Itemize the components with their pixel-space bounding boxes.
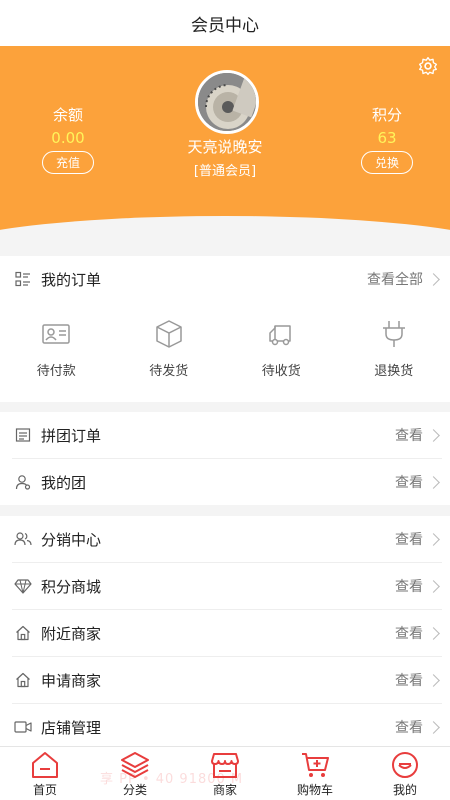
truck-icon xyxy=(269,325,291,346)
tab-mine[interactable]: 我的 xyxy=(360,747,450,800)
my-group-row[interactable]: 我的团 查看 xyxy=(0,459,450,505)
view-link[interactable]: 查看 xyxy=(395,425,423,445)
services-card: 分销中心 查看 积分商城 查看 附近商家 查看 申请商家 查看 店铺管理 查看 xyxy=(0,516,450,750)
view-link[interactable]: 查看 xyxy=(395,717,423,737)
cart-icon xyxy=(302,752,329,777)
view-link[interactable]: 查看 xyxy=(395,472,423,492)
chevron-right-icon xyxy=(427,579,440,593)
watermark: 享 PP • 40 91800 M xyxy=(100,772,244,787)
home-icon xyxy=(14,671,32,689)
grid-list-icon xyxy=(14,270,32,288)
top-bar: 会员中心 xyxy=(0,0,450,46)
nearby-merchants-row[interactable]: 附近商家 查看 xyxy=(0,610,450,656)
order-status-grid: 待付款 待发货 待收货 退换货 xyxy=(0,302,450,402)
user-icon xyxy=(14,473,32,491)
status-refund[interactable]: 退换货 xyxy=(338,302,450,402)
points-block: 积分 63 兑换 xyxy=(347,104,427,174)
chevron-right-icon xyxy=(427,428,440,442)
tab-cart[interactable]: 购物车 xyxy=(270,747,360,800)
points-label: 积分 xyxy=(371,106,402,124)
status-label: 退换货 xyxy=(374,364,414,379)
row-title: 拼团订单 xyxy=(41,426,102,445)
chevron-right-icon xyxy=(427,532,440,546)
view-link[interactable]: 查看 xyxy=(395,670,423,690)
distribution-center-row[interactable]: 分销中心 查看 xyxy=(0,516,450,562)
video-icon xyxy=(14,718,32,736)
status-label: 待发货 xyxy=(149,364,189,379)
status-pending-receive[interactable]: 待收货 xyxy=(225,302,338,402)
orders-card: 我的订单 查看全部 待付款 待发货 待收货 退换货 xyxy=(0,256,450,402)
list-icon xyxy=(14,426,32,444)
row-title: 附近商家 xyxy=(41,624,102,643)
points-mall-row[interactable]: 积分商城 查看 xyxy=(0,563,450,609)
face-icon xyxy=(392,751,418,778)
gear-icon[interactable] xyxy=(418,56,438,76)
row-title: 申请商家 xyxy=(41,671,102,690)
status-label: 待付款 xyxy=(36,364,76,379)
apply-merchant-row[interactable]: 申请商家 查看 xyxy=(0,657,450,703)
tab-label: 首页 xyxy=(32,782,57,797)
chevron-right-icon xyxy=(427,272,440,286)
chevron-right-icon xyxy=(427,475,440,489)
status-label: 待收货 xyxy=(261,364,301,379)
page-title: 会员中心 xyxy=(191,15,259,36)
row-title: 我的团 xyxy=(41,473,87,492)
my-orders-title: 我的订单 xyxy=(41,270,102,289)
balance-label: 余额 xyxy=(52,106,83,124)
shop-management-row[interactable]: 店铺管理 查看 xyxy=(0,704,450,750)
home-icon xyxy=(32,751,58,778)
view-all-link[interactable]: 查看全部 xyxy=(367,269,423,289)
users-icon xyxy=(14,530,32,548)
view-link[interactable]: 查看 xyxy=(395,576,423,596)
row-title: 积分商城 xyxy=(41,577,102,596)
hero-curve xyxy=(0,216,450,246)
tab-label: 购物车 xyxy=(296,782,333,797)
my-orders-row[interactable]: 我的订单 查看全部 xyxy=(0,256,450,302)
tab-home[interactable]: 首页 xyxy=(0,747,90,800)
group-card: 拼团订单 查看 我的团 查看 xyxy=(0,412,450,505)
id-card-icon xyxy=(42,324,70,344)
home-icon xyxy=(14,624,32,642)
status-pending-payment[interactable]: 待付款 xyxy=(0,302,113,402)
group-orders-row[interactable]: 拼团订单 查看 xyxy=(0,412,450,458)
diamond-icon xyxy=(14,577,32,595)
status-pending-ship[interactable]: 待发货 xyxy=(113,302,226,402)
view-link[interactable]: 查看 xyxy=(395,529,423,549)
chevron-right-icon xyxy=(427,720,440,734)
avatar[interactable] xyxy=(195,70,259,134)
chevron-right-icon xyxy=(427,673,440,687)
profile-header: 余额 0.00 充值 天亮说晚安 [普通会员] 积分 63 兑换 xyxy=(0,46,450,246)
points-value: 63 xyxy=(377,129,397,147)
exchange-button[interactable]: 兑换 xyxy=(360,151,413,174)
tab-label: 我的 xyxy=(392,782,417,797)
chevron-right-icon xyxy=(427,626,440,640)
plug-icon xyxy=(382,321,405,347)
box-icon xyxy=(156,320,182,348)
row-title: 分销中心 xyxy=(41,530,102,549)
view-link[interactable]: 查看 xyxy=(395,623,423,643)
row-title: 店铺管理 xyxy=(41,718,102,737)
